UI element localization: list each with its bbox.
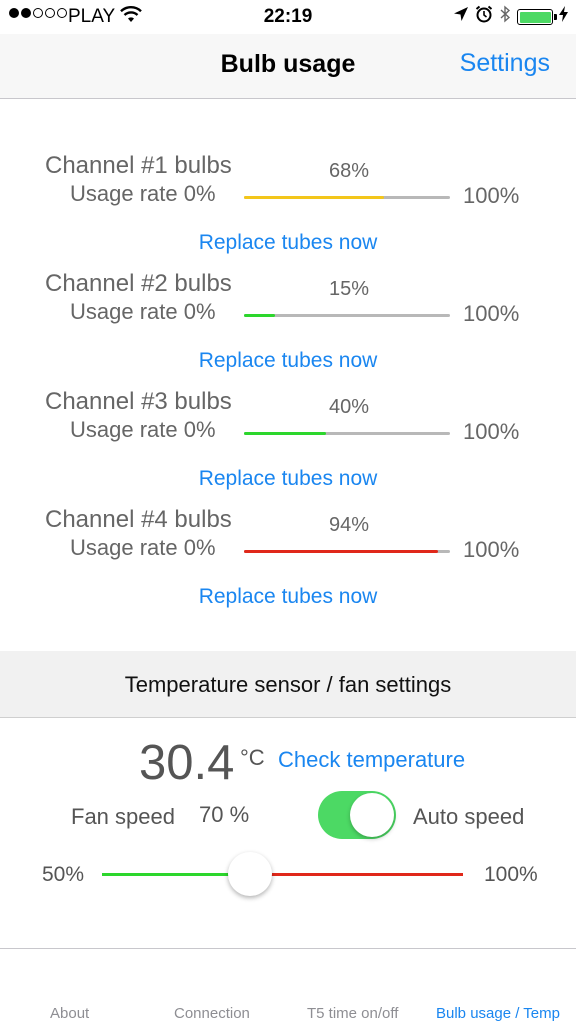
usage-percent: 94% (328, 514, 370, 536)
tab-t5-time[interactable]: T5 time on/off (307, 1005, 398, 1022)
alarm-icon (475, 5, 493, 29)
usage-rate-label: Usage rate 0% (70, 299, 216, 324)
section-title: Temperature sensor / fan settings (124, 672, 452, 697)
temperature-section-header: Temperature sensor / fan settings (0, 651, 576, 718)
check-temperature-button[interactable]: Check temperature (278, 747, 465, 773)
temperature-value: 30.4 (139, 736, 235, 790)
channel-3-block: Channel #3 bulbs Usage rate 0% 40% 100% … (0, 388, 576, 506)
usage-max-label: 100% (463, 183, 520, 208)
slider-track-high (250, 873, 463, 876)
wifi-icon (120, 6, 142, 30)
usage-bar (244, 196, 450, 199)
usage-bar (244, 550, 450, 553)
bluetooth-icon (499, 5, 511, 29)
tab-bar: About Connection T5 time on/off Bulb usa… (0, 948, 576, 1025)
auto-speed-toggle[interactable] (318, 791, 396, 839)
signal-strength-icon (9, 8, 67, 18)
fan-speed-value: 70 % (199, 802, 250, 827)
usage-bar-fill (244, 550, 438, 553)
fan-speed-label: Fan speed (71, 804, 175, 829)
usage-bar-fill (244, 314, 275, 317)
usage-rate-label: Usage rate 0% (70, 181, 216, 206)
usage-percent: 15% (328, 278, 370, 300)
auto-speed-label: Auto speed (413, 804, 525, 829)
channel-4-block: Channel #4 bulbs Usage rate 0% 94% 100% … (0, 506, 576, 624)
channel-title: Channel #3 bulbs (45, 388, 232, 415)
replace-tubes-button[interactable]: Replace tubes now (0, 585, 576, 609)
channel-1-block: Channel #1 bulbs Usage rate 0% 68% 100% … (0, 152, 576, 270)
charging-icon (559, 6, 568, 28)
channel-title: Channel #2 bulbs (45, 270, 232, 297)
usage-percent: 68% (328, 160, 370, 182)
channel-title: Channel #1 bulbs (45, 152, 232, 179)
usage-rate-label: Usage rate 0% (70, 535, 216, 560)
channel-2-block: Channel #2 bulbs Usage rate 0% 15% 100% … (0, 270, 576, 388)
usage-percent: 40% (328, 396, 370, 418)
battery-icon (517, 9, 557, 25)
tab-connection[interactable]: Connection (174, 1005, 250, 1022)
carrier-name: PLAY (68, 6, 116, 27)
usage-max-label: 100% (463, 301, 520, 326)
channel-title: Channel #4 bulbs (45, 506, 232, 533)
usage-bar-fill (244, 432, 327, 435)
usage-rate-label: Usage rate 0% (70, 417, 216, 442)
navigation-bar: Bulb usage Settings (0, 34, 576, 99)
replace-tubes-button[interactable]: Replace tubes now (0, 467, 576, 491)
replace-tubes-button[interactable]: Replace tubes now (0, 231, 576, 255)
settings-button[interactable]: Settings (460, 49, 550, 78)
location-arrow-icon (453, 6, 469, 28)
usage-bar-fill (244, 196, 385, 199)
usage-bar (244, 432, 450, 435)
status-bar: PLAY 22:19 (0, 0, 576, 34)
replace-tubes-button[interactable]: Replace tubes now (0, 349, 576, 373)
fan-speed-slider[interactable] (102, 852, 463, 896)
toggle-knob (350, 793, 394, 837)
slider-min-label: 50% (42, 863, 85, 886)
usage-bar (244, 314, 450, 317)
temperature-unit: °C (240, 745, 265, 770)
usage-max-label: 100% (463, 419, 520, 444)
tab-bulb-usage[interactable]: Bulb usage / Temp (436, 1005, 560, 1022)
slider-max-label: 100% (484, 863, 538, 886)
slider-thumb[interactable] (228, 852, 272, 896)
tab-about[interactable]: About (50, 1005, 89, 1022)
usage-max-label: 100% (463, 537, 520, 562)
